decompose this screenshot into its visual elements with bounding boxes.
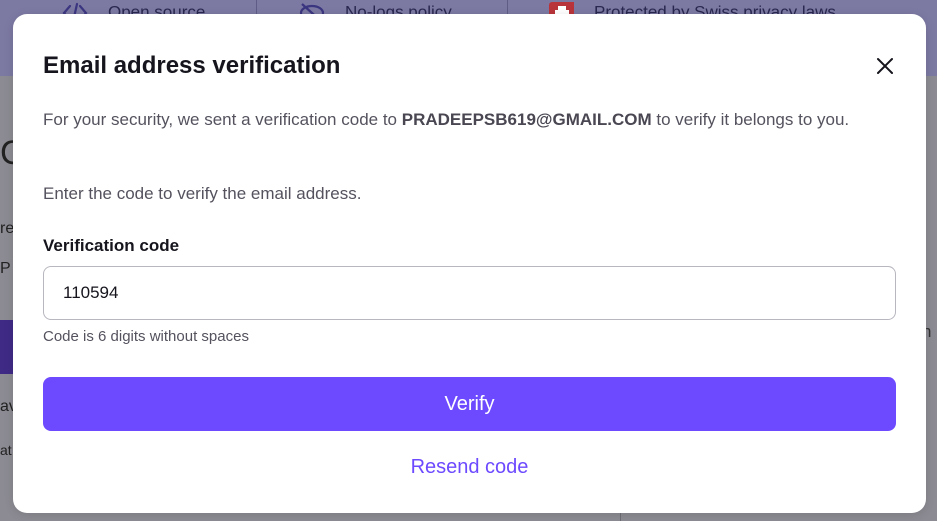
- verification-modal: Email address verification For your secu…: [13, 14, 926, 513]
- verify-button[interactable]: Verify: [43, 377, 896, 431]
- background-button: [0, 320, 14, 374]
- modal-title: Email address verification: [43, 52, 341, 79]
- email-address: PRADEEPSB619@GMAIL.COM: [401, 110, 652, 129]
- verification-code-input[interactable]: [43, 266, 896, 320]
- modal-instruction: Enter the code to verify the email addre…: [43, 184, 362, 203]
- modal-description: For your security, we sent a verificatio…: [43, 107, 893, 132]
- close-button[interactable]: [871, 52, 899, 80]
- background-fragment: at: [0, 442, 12, 458]
- verification-code-label: Verification code: [43, 236, 180, 255]
- background-fragment: P: [0, 260, 11, 277]
- description-prefix: For your security, we sent a verificatio…: [43, 110, 402, 129]
- code-hint: Code is 6 digits without spaces: [43, 328, 249, 345]
- close-icon: [877, 58, 893, 74]
- description-suffix: to verify it belongs to you.: [651, 110, 850, 129]
- resend-code-link[interactable]: Resend code: [43, 456, 896, 479]
